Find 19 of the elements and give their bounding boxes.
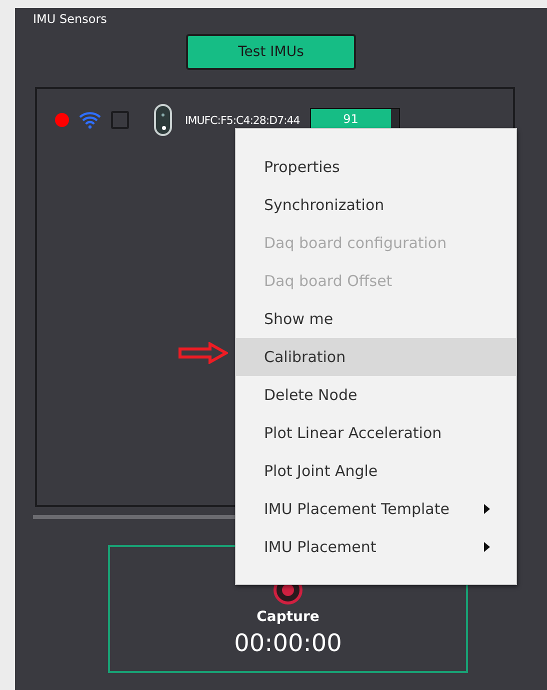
sensor-name: IMUFC:F5:C4:28:D7:44 [185, 114, 300, 126]
signal-reading: 91 [342, 112, 360, 126]
menu-item[interactable]: Properties [236, 148, 516, 186]
capture-label: Capture [256, 609, 320, 625]
menu-item[interactable]: Show me [236, 300, 516, 338]
menu-item[interactable]: Synchronization [236, 186, 516, 224]
test-imus-button[interactable]: Test IMUs [186, 34, 356, 70]
sensor-device-icon [153, 103, 173, 137]
menu-item[interactable]: Calibration [236, 338, 516, 376]
arrow-icon [178, 342, 228, 364]
wifi-icon [79, 111, 101, 129]
menu-item[interactable]: Delete Node [236, 376, 516, 414]
menu-item[interactable]: IMU Placement [236, 528, 516, 566]
menu-item[interactable]: Plot Linear Acceleration [236, 414, 516, 452]
menu-item[interactable]: Plot Joint Angle [236, 452, 516, 490]
menu-item[interactable]: IMU Placement Template [236, 490, 516, 528]
panel-title: IMU Sensors [33, 12, 108, 26]
checkbox[interactable] [111, 111, 129, 129]
capture-timer: 00:00:00 [234, 629, 342, 657]
